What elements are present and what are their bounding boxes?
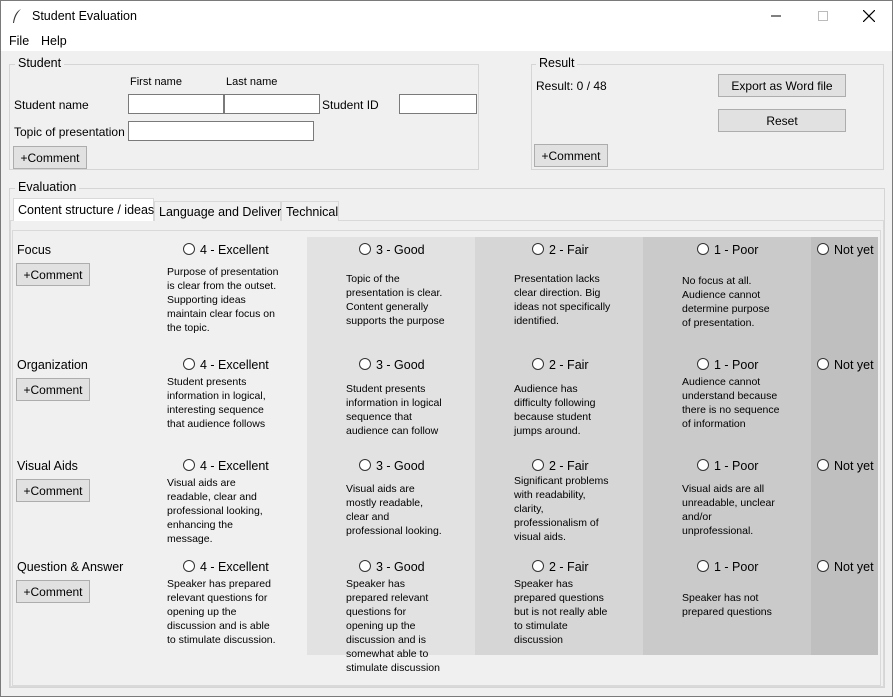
criterion-visual-aids-label: Visual Aids (17, 459, 78, 473)
criterion-organization-label: Organization (17, 358, 88, 372)
description-focus-excellent: Purpose of presentation is clear from th… (167, 266, 279, 334)
title-bar[interactable]: Student Evaluation (1, 1, 892, 31)
radio-focus-good[interactable] (359, 243, 371, 255)
radio-label-visual-aids-not-yet: Not yet (834, 459, 874, 473)
radio-focus-fair[interactable] (532, 243, 544, 255)
student-comment-button[interactable]: +Comment (13, 146, 87, 169)
menu-file[interactable]: File (9, 34, 29, 48)
description-visual-aids-good: Visual aids are mostly readable, clear a… (346, 483, 442, 537)
description-visual-aids-excellent: Visual aids are readable, clear and prof… (167, 477, 263, 545)
radio-label-visual-aids-fair: 2 - Fair (549, 459, 589, 473)
description-focus-poor: No focus at all. Audience cannot determi… (682, 275, 770, 329)
radio-label-focus-good: 3 - Good (376, 243, 425, 257)
tab-content-structure[interactable]: Content structure / ideas (13, 198, 154, 221)
description-organization-good: Student presents information in logical … (346, 383, 442, 437)
radio-label-focus-poor: 1 - Poor (714, 243, 759, 257)
radio-focus-poor[interactable] (697, 243, 709, 255)
column-notyet-bg (811, 237, 878, 655)
description-question-answer-poor: Speaker has not prepared questions (682, 592, 772, 618)
export-word-button[interactable]: Export as Word file (718, 74, 846, 97)
radio-question-answer-not-yet[interactable] (817, 560, 829, 572)
radio-focus-not-yet[interactable] (817, 243, 829, 255)
topic-input[interactable] (128, 121, 314, 141)
radio-label-visual-aids-excellent: 4 - Excellent (200, 459, 269, 473)
radio-visual-aids-poor[interactable] (697, 459, 709, 471)
radio-question-answer-fair[interactable] (532, 560, 544, 572)
radio-question-answer-poor[interactable] (697, 560, 709, 572)
feather-icon (13, 9, 21, 23)
radio-label-question-answer-excellent: 4 - Excellent (200, 560, 269, 574)
radio-label-organization-good: 3 - Good (376, 358, 425, 372)
maximize-button[interactable] (800, 1, 846, 31)
last-name-input[interactable] (224, 94, 320, 114)
description-visual-aids-poor: Visual aids are all unreadable, unclear … (682, 483, 775, 537)
radio-label-question-answer-poor: 1 - Poor (714, 560, 759, 574)
student-name-label: Student name (14, 98, 89, 112)
radio-label-organization-poor: 1 - Poor (714, 358, 759, 372)
first-name-input[interactable] (128, 94, 224, 114)
radio-label-organization-not-yet: Not yet (834, 358, 874, 372)
student-group-label: Student (15, 56, 65, 70)
description-focus-good: Topic of the presentation is clear. Cont… (346, 273, 445, 327)
reset-button[interactable]: Reset (718, 109, 846, 132)
radio-focus-excellent[interactable] (183, 243, 195, 255)
description-organization-fair: Audience has difficulty following becaus… (514, 383, 596, 437)
radio-visual-aids-excellent[interactable] (183, 459, 195, 471)
criterion-organization-comment-button[interactable]: +Comment (16, 378, 90, 401)
radio-label-focus-excellent: 4 - Excellent (200, 243, 269, 257)
close-button[interactable] (846, 1, 892, 31)
radio-visual-aids-fair[interactable] (532, 459, 544, 471)
radio-organization-excellent[interactable] (183, 358, 195, 370)
menu-bar: File Help (1, 31, 892, 51)
result-score: Result: 0 / 48 (536, 79, 607, 93)
radio-organization-not-yet[interactable] (817, 358, 829, 370)
radio-organization-fair[interactable] (532, 358, 544, 370)
radio-question-answer-good[interactable] (359, 560, 371, 572)
criterion-question-answer-comment-button[interactable]: +Comment (16, 580, 90, 603)
last-name-label: Last name (226, 76, 278, 88)
student-id-input[interactable] (399, 94, 477, 114)
close-icon (863, 10, 875, 22)
radio-organization-good[interactable] (359, 358, 371, 370)
description-question-answer-good: Speaker has prepared relevant questions … (346, 578, 440, 674)
student-id-label: Student ID (322, 98, 379, 112)
radio-label-focus-fair: 2 - Fair (549, 243, 589, 257)
radio-question-answer-excellent[interactable] (183, 560, 195, 572)
minimize-button[interactable] (753, 1, 799, 31)
result-comment-button[interactable]: +Comment (534, 144, 608, 167)
radio-label-question-answer-fair: 2 - Fair (549, 560, 589, 574)
first-name-label: First name (130, 76, 182, 88)
radio-label-focus-not-yet: Not yet (834, 243, 874, 257)
window-title: Student Evaluation (32, 9, 137, 23)
app-window: Student Evaluation File Help Student Fir… (0, 0, 893, 697)
description-organization-poor: Audience cannot understand because there… (682, 376, 780, 430)
criterion-focus-comment-button[interactable]: +Comment (16, 263, 90, 286)
radio-label-question-answer-not-yet: Not yet (834, 560, 874, 574)
radio-label-visual-aids-good: 3 - Good (376, 459, 425, 473)
description-visual-aids-fair: Significant problems with readability, c… (514, 475, 609, 543)
topic-label: Topic of presentation (14, 125, 125, 139)
radio-visual-aids-not-yet[interactable] (817, 459, 829, 471)
description-focus-fair: Presentation lacks clear direction. Big … (514, 273, 611, 327)
radio-organization-poor[interactable] (697, 358, 709, 370)
minimize-icon (771, 15, 781, 17)
criterion-visual-aids-comment-button[interactable]: +Comment (16, 479, 90, 502)
criterion-focus-label: Focus (17, 243, 52, 257)
description-organization-excellent: Student presents information in logical,… (167, 376, 266, 430)
description-question-answer-excellent: Speaker has prepared relevant questions … (167, 578, 276, 646)
description-question-answer-fair: Speaker has prepared questions but is no… (514, 578, 608, 646)
maximize-icon (818, 11, 828, 21)
radio-label-question-answer-good: 3 - Good (376, 560, 425, 574)
radio-visual-aids-good[interactable] (359, 459, 371, 471)
menu-help[interactable]: Help (41, 34, 67, 48)
tab-technical[interactable]: Technical (281, 201, 339, 221)
radio-label-organization-fair: 2 - Fair (549, 358, 589, 372)
radio-label-organization-excellent: 4 - Excellent (200, 358, 269, 372)
radio-label-visual-aids-poor: 1 - Poor (714, 459, 759, 473)
evaluation-group-label: Evaluation (15, 180, 80, 194)
tab-language-delivery[interactable]: Language and Delivery (154, 201, 288, 221)
result-group-label: Result (536, 56, 578, 70)
criterion-question-answer-label: Question & Answer (17, 560, 124, 574)
